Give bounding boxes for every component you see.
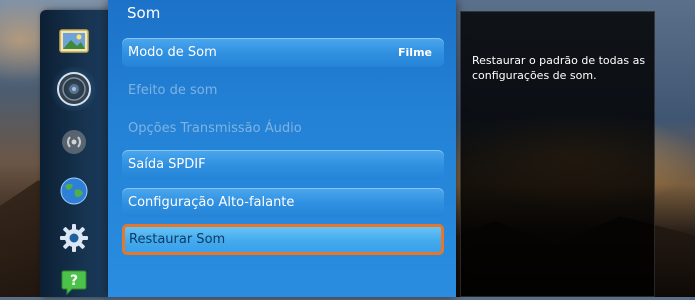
sound-settings-panel: Som Modo de Som Filme Efeito de som Opçõ… — [108, 0, 456, 297]
help-text: Restaurar o padrão de todas as configura… — [472, 54, 646, 82]
menu-item-label: Opções Transmissão Áudio — [128, 121, 302, 136]
panel-title: Som — [127, 4, 161, 22]
menu-item-value: Filme — [398, 46, 432, 59]
menu-item-label: Modo de Som — [128, 45, 217, 60]
menu-item-label: Configuração Alto-falante — [128, 195, 295, 210]
menu-item-speaker-settings[interactable]: Configuração Alto-falante — [122, 188, 444, 217]
menu-item-reset-sound[interactable]: Restaurar Som — [122, 224, 444, 255]
menu-item-sound-mode[interactable]: Modo de Som Filme — [122, 38, 444, 67]
speaker-icon[interactable] — [48, 67, 100, 111]
help-icon[interactable]: ? — [54, 264, 94, 300]
menu-item-broadcast-audio-options: Opções Transmissão Áudio — [122, 114, 444, 143]
picture-icon[interactable] — [54, 24, 94, 60]
svg-text:?: ? — [70, 273, 78, 289]
globe-icon[interactable] — [54, 173, 94, 209]
menu-item-spdif-output[interactable]: Saída SPDIF — [122, 150, 444, 179]
menu-item-label: Efeito de som — [128, 83, 218, 98]
broadcast-icon[interactable] — [54, 124, 94, 160]
menu-item-sound-effect: Efeito de som — [122, 76, 444, 105]
menu-item-label: Restaurar Som — [129, 232, 226, 247]
gear-icon[interactable] — [54, 220, 94, 256]
menu-item-label: Saída SPDIF — [128, 157, 206, 172]
settings-category-sidebar: ? — [40, 10, 108, 297]
help-description-pane: Restaurar o padrão de todas as configura… — [460, 11, 655, 297]
